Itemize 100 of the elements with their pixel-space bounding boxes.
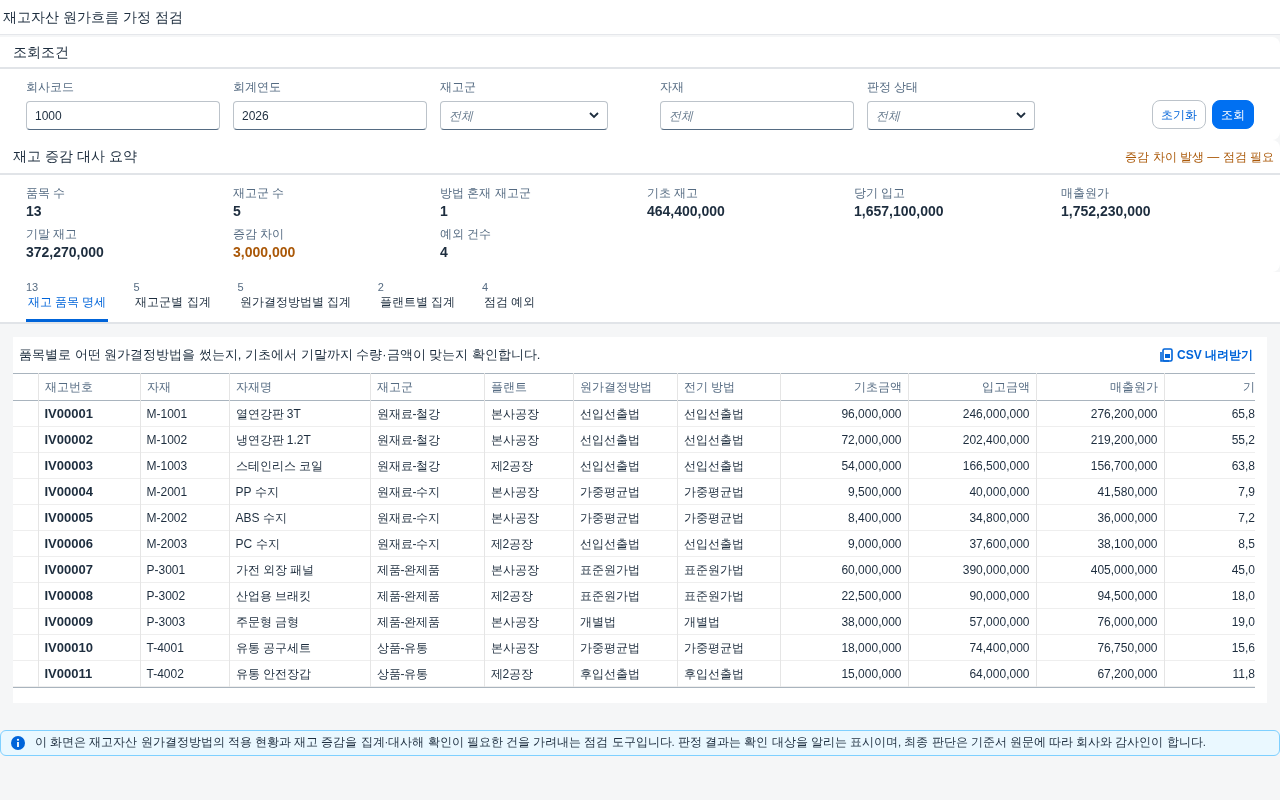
table-cell: P-3001 (140, 556, 229, 583)
table-cell: 57,000,000 (908, 608, 1036, 635)
table-cell: 9,000,000 (780, 530, 908, 557)
tab[interactable]: 5 원가결정방법별 집계 (237, 280, 353, 322)
metric-value: 464,400,000 (647, 202, 726, 221)
table-cell: IV00010 (38, 634, 140, 661)
table-cell: 가중평균법 (677, 634, 780, 661)
table-cell: 45,0 (1164, 556, 1255, 583)
table-cell: 15,000,000 (780, 660, 908, 687)
table-cell: 18,0 (1164, 582, 1255, 609)
table-cell: 8,5 (1164, 530, 1255, 557)
table-cell: 37,600,000 (908, 530, 1036, 557)
chevron-down-icon (1016, 112, 1026, 119)
input-field[interactable]: 2026 (233, 101, 427, 130)
table-cell: 가중평균법 (677, 504, 780, 531)
table-cell: 40,000,000 (908, 478, 1036, 505)
document-icon (1160, 348, 1173, 362)
table-cell: 상품-유통 (370, 634, 484, 661)
select-field[interactable]: 전체 (867, 101, 1035, 130)
column-header: 전기 방법 (677, 373, 780, 401)
table-cell: 냉연강판 1.2T (229, 426, 370, 453)
input-field[interactable]: 1000 (26, 101, 220, 130)
table-cell: 선입선출법 (677, 400, 780, 427)
table-cell: 제2공장 (484, 660, 573, 687)
panel-title: 재고 증감 대사 요약 (13, 147, 137, 166)
table-cell: PP 수지 (229, 478, 370, 505)
table-cell: 표준원가법 (677, 556, 780, 583)
table-cell: 22,500,000 (780, 582, 908, 609)
reset-button[interactable]: 초기화 (1152, 100, 1206, 129)
table-cell: 본사공장 (484, 634, 573, 661)
table-cell: 276,200,000 (1036, 400, 1164, 427)
table-cell: 선입선출법 (677, 530, 780, 557)
table-cell: 표준원가법 (573, 582, 677, 609)
chevron-down-icon (589, 112, 599, 119)
table-cell: 주문형 금형 (229, 608, 370, 635)
table-cell: 219,200,000 (1036, 426, 1164, 453)
metric-value: 4 (440, 243, 449, 262)
tab[interactable]: 4 점검 예외 (482, 280, 538, 322)
tab[interactable]: 2 플랜트별 집계 (377, 280, 457, 322)
column-header: 원가결정방법 (573, 373, 677, 401)
table-cell: M-2002 (140, 504, 229, 531)
column-header: 입고금액 (908, 373, 1036, 401)
column-header: 재고군 (370, 373, 484, 401)
metric-label: 재고군 수 (233, 185, 286, 201)
table-cell: IV00011 (38, 660, 140, 687)
column-header: 기초금액 (780, 373, 908, 401)
table-cell: 제2공장 (484, 582, 573, 609)
table-cell: PC 수지 (229, 530, 370, 557)
table-cell: 선입선출법 (677, 426, 780, 453)
table-cell: 202,400,000 (908, 426, 1036, 453)
table-cell: 선입선출법 (573, 400, 677, 427)
table-cell: 제품-완제품 (370, 608, 484, 635)
table-cell: 76,750,000 (1036, 634, 1164, 661)
table-cell: 65,8 (1164, 400, 1255, 427)
table-cell: M-2001 (140, 478, 229, 505)
table-cell: IV00006 (38, 530, 140, 557)
table-cell: 개별법 (677, 608, 780, 635)
table-cell: IV00009 (38, 608, 140, 635)
table-cell: 7,2 (1164, 504, 1255, 531)
table-cell: IV00004 (38, 478, 140, 505)
select-field[interactable]: 전체 (440, 101, 608, 130)
search-button[interactable]: 조회 (1212, 100, 1254, 129)
table-cell: M-2003 (140, 530, 229, 557)
metric-label: 기말 재고 (26, 226, 79, 242)
table-cell: 후입선출법 (677, 660, 780, 687)
tab[interactable]: 5 재고군별 집계 (133, 280, 213, 322)
table-cell: 36,000,000 (1036, 504, 1164, 531)
metric-label: 기초 재고 (647, 185, 700, 201)
table-cell: IV00005 (38, 504, 140, 531)
input-field[interactable]: 전체 (660, 101, 854, 130)
table-cell: 가중평균법 (677, 478, 780, 505)
table-cell: 표준원가법 (573, 556, 677, 583)
csv-download-button[interactable]: CSV 내려받기 (1160, 346, 1253, 364)
table-cell: 96,000,000 (780, 400, 908, 427)
table-cell: 본사공장 (484, 608, 573, 635)
metric-label: 품목 수 (26, 185, 67, 201)
table-cell: 34,800,000 (908, 504, 1036, 531)
table-cell: 166,500,000 (908, 452, 1036, 479)
table-cell: M-1001 (140, 400, 229, 427)
metric-value: 1,752,230,000 (1061, 202, 1152, 221)
table-cell: 선입선출법 (677, 452, 780, 479)
table-cell: 60,000,000 (780, 556, 908, 583)
table-cell: M-1003 (140, 452, 229, 479)
tab[interactable]: 13 재고 품목 명세 (26, 280, 109, 322)
table-description: 품목별로 어떤 원가결정방법을 썼는지, 기초에서 기말까지 수량·금액이 맞는지 확인합니다. (19, 346, 541, 365)
table-cell: 76,000,000 (1036, 608, 1164, 635)
table-cell: 156,700,000 (1036, 452, 1164, 479)
metric-value: 3,000,000 (233, 243, 297, 262)
table-cell: 가중평균법 (573, 504, 677, 531)
table-cell: 스테인리스 코일 (229, 452, 370, 479)
table-cell: 제2공장 (484, 452, 573, 479)
table-cell: 64,000,000 (908, 660, 1036, 687)
info-icon (11, 736, 25, 750)
table-cell: 유통 공구세트 (229, 634, 370, 661)
table-cell: P-3003 (140, 608, 229, 635)
field-label: 자재 (660, 79, 685, 96)
table-cell: 선입선출법 (573, 452, 677, 479)
column-header: 재고번호 (38, 373, 140, 401)
table-cell: 원재료-수지 (370, 504, 484, 531)
table-cell: 원재료-수지 (370, 530, 484, 557)
